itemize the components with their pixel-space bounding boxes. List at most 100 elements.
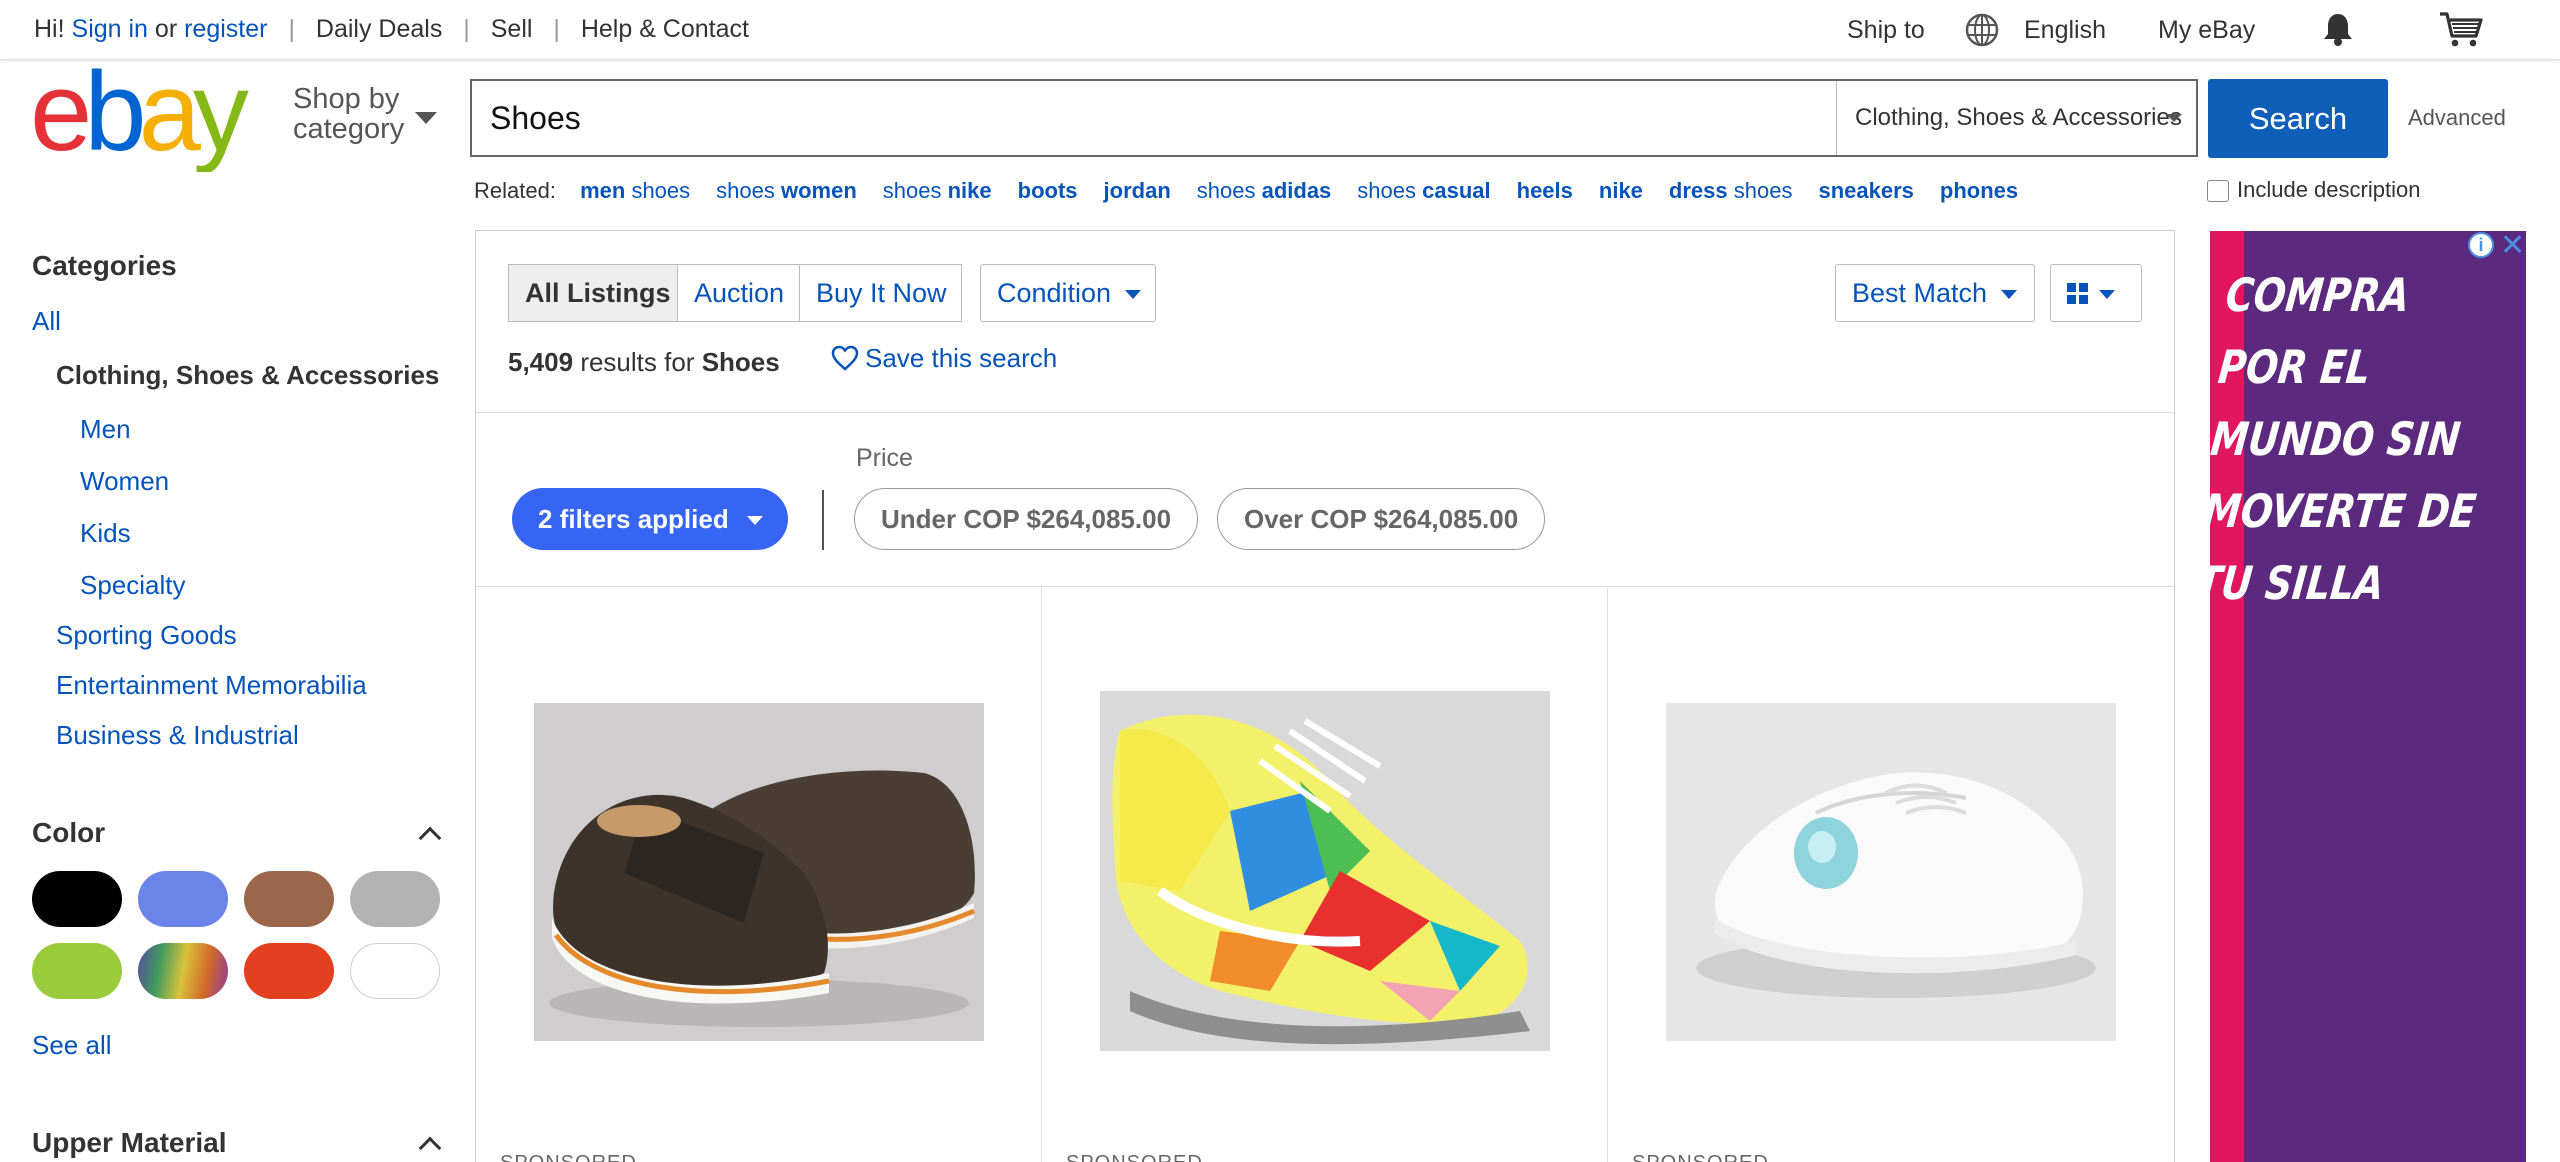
include-description-checkbox[interactable]: Include description <box>2207 177 2420 203</box>
divider: | <box>463 15 470 43</box>
related-search-part: dress <box>1668 178 1728 203</box>
svg-text:ebay: ebay <box>30 62 249 172</box>
globe-icon[interactable] <box>1964 12 2000 55</box>
chevron-up-icon[interactable] <box>418 826 442 850</box>
divider: | <box>288 15 295 43</box>
advertisement-banner[interactable]: COMPRA POR EL MUNDO SIN MOVERTE DE TU SI… <box>2210 231 2526 1162</box>
related-search-link[interactable]: boots <box>1018 178 1078 203</box>
upper-material-heading: Upper Material <box>32 1127 227 1158</box>
related-search-link[interactable]: dress shoes <box>1669 178 1793 203</box>
category-current: Clothing, Shoes & Accessories <box>56 360 440 390</box>
daily-deals-link[interactable]: Daily Deals <box>316 15 442 43</box>
category-men[interactable]: Men <box>80 414 131 445</box>
bell-icon[interactable] <box>2322 12 2354 53</box>
category-business-industrial[interactable]: Business & Industrial <box>56 720 299 751</box>
advanced-search-link[interactable]: Advanced <box>2408 105 2506 131</box>
related-search-part: shoes <box>1727 178 1793 203</box>
category-women[interactable]: Women <box>80 466 169 497</box>
color-swatch-gray[interactable] <box>350 871 440 927</box>
tab-all-listings[interactable]: All Listings <box>508 264 678 322</box>
condition-dropdown[interactable]: Condition <box>980 264 1156 322</box>
sponsored-label: SPONSORED <box>500 1152 637 1162</box>
search-button[interactable]: Search <box>2208 79 2388 158</box>
price-under-chip[interactable]: Under COP $264,085.00 <box>854 488 1199 550</box>
results-header: All Listings Auction Buy It Now Conditio… <box>476 231 2174 413</box>
ad-line: TU SILLA <box>2210 556 2387 610</box>
color-swatch-white[interactable] <box>350 943 440 999</box>
price-label: Price <box>856 444 913 472</box>
filters-applied-label: 2 filters applied <box>538 504 729 534</box>
related-search-part: adidas <box>1261 178 1332 203</box>
category-all[interactable]: All <box>32 306 61 337</box>
listing-image[interactable] <box>1100 691 1550 1051</box>
ebay-logo[interactable]: ebay <box>30 49 270 174</box>
search-input[interactable] <box>472 81 1836 155</box>
related-search-link[interactable]: shoes casual <box>1357 178 1490 203</box>
top-utility-bar: Hi! Sign in or register | Daily Deals | … <box>0 0 2560 60</box>
color-swatch-multicolor[interactable] <box>138 943 228 999</box>
see-all-colors-link[interactable]: See all <box>32 1030 112 1061</box>
save-search-button[interactable]: Save this search <box>831 343 1057 374</box>
view-toggle-dropdown[interactable] <box>2050 264 2142 322</box>
greeting-text: Hi! <box>34 15 65 43</box>
ad-line: POR EL <box>2215 340 2374 394</box>
color-swatch-blue[interactable] <box>138 871 228 927</box>
cart-icon[interactable] <box>2438 10 2484 55</box>
tab-buy-it-now[interactable]: Buy It Now <box>800 264 962 322</box>
related-search-part: shoes <box>625 178 691 203</box>
tab-auction[interactable]: Auction <box>678 264 800 322</box>
condition-label: Condition <box>997 278 1112 308</box>
price-over-chip[interactable]: Over COP $264,085.00 <box>1217 488 1546 550</box>
results-panel: All Listings Auction Buy It Now Conditio… <box>475 230 2175 1162</box>
checkbox-icon[interactable] <box>2207 180 2229 202</box>
chevron-down-icon[interactable] <box>415 112 437 124</box>
category-select[interactable]: Clothing, Shoes & Accessories <box>1836 81 2196 155</box>
ad-close-icon[interactable]: ✕ <box>2500 228 2525 263</box>
related-search-link[interactable]: nike <box>1599 178 1643 203</box>
ship-to-button[interactable]: Ship to <box>1847 16 1925 45</box>
sign-in-link[interactable]: Sign in <box>72 15 148 43</box>
ad-info-icon[interactable]: i <box>2468 232 2494 258</box>
divider <box>822 490 824 550</box>
results-number: 5,409 <box>508 347 574 377</box>
shop-by-category-button[interactable]: Shop by category <box>293 84 404 144</box>
help-contact-link[interactable]: Help & Contact <box>581 15 749 43</box>
category-specialty[interactable]: Specialty <box>80 570 186 601</box>
related-search-link[interactable]: men shoes <box>580 178 690 203</box>
listing-card[interactable]: SPONSORED <box>476 588 1042 1162</box>
category-sporting-goods[interactable]: Sporting Goods <box>56 620 237 651</box>
divider: | <box>553 15 560 43</box>
my-ebay-link[interactable]: My eBay <box>2158 16 2255 45</box>
chevron-up-icon[interactable] <box>418 1136 442 1160</box>
filters-row: 2 filters applied Price Under COP $264,0… <box>476 414 2174 587</box>
sell-link[interactable]: Sell <box>491 15 533 43</box>
category-entertainment-memorabilia[interactable]: Entertainment Memorabilia <box>56 670 367 701</box>
related-search-link[interactable]: shoes adidas <box>1197 178 1332 203</box>
related-search-link[interactable]: shoes nike <box>883 178 992 203</box>
related-search-link[interactable]: jordan <box>1104 178 1171 203</box>
related-search-link[interactable]: heels <box>1517 178 1573 203</box>
related-search-link[interactable]: sneakers <box>1818 178 1913 203</box>
category-kids[interactable]: Kids <box>80 518 131 549</box>
color-swatch-brown[interactable] <box>244 871 334 927</box>
results-query: Shoes <box>701 347 780 377</box>
related-search-part: shoes <box>882 178 948 203</box>
save-search-label: Save this search <box>865 343 1058 373</box>
related-search-part: women <box>780 178 857 203</box>
color-swatch-black[interactable] <box>32 871 122 927</box>
related-search-link[interactable]: shoes women <box>716 178 857 203</box>
chevron-down-icon <box>2099 290 2115 299</box>
related-search-part: heels <box>1516 178 1573 203</box>
related-search-link[interactable]: phones <box>1940 178 2018 203</box>
related-label: Related: <box>474 178 556 203</box>
register-link[interactable]: register <box>184 15 267 43</box>
listing-image[interactable] <box>1666 703 2116 1041</box>
listing-card[interactable]: SPONSORED <box>1042 588 1608 1162</box>
listing-card[interactable]: SPONSORED <box>1608 588 2174 1162</box>
filters-applied-button[interactable]: 2 filters applied <box>512 488 788 550</box>
color-swatch-green[interactable] <box>32 943 122 999</box>
language-selector[interactable]: English <box>2024 16 2106 45</box>
color-swatch-red[interactable] <box>244 943 334 999</box>
sort-dropdown[interactable]: Best Match <box>1835 264 2035 322</box>
listing-image[interactable] <box>534 703 984 1041</box>
